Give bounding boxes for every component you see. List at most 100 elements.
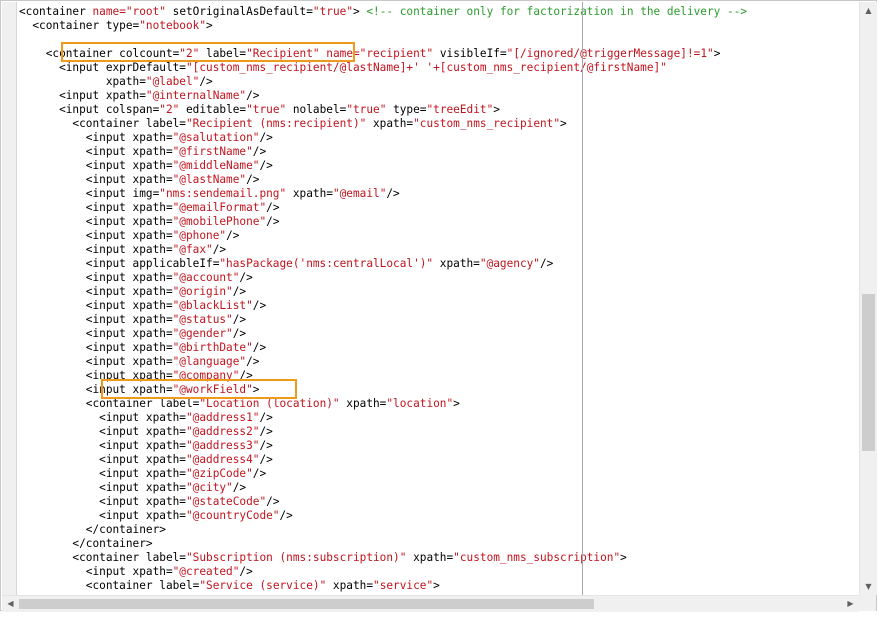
xml-markup: <container label= <box>19 117 186 130</box>
code-line[interactable]: <input xpath="@address2"/> <box>19 425 273 439</box>
xml-markup: /> <box>232 285 247 298</box>
xml-markup: </container> <box>19 523 166 536</box>
xml-markup: /> <box>232 481 247 494</box>
xml-markup: /> <box>252 145 267 158</box>
xml-markup: <input xpath= <box>19 355 173 368</box>
xml-markup: <input xpath= <box>19 411 186 424</box>
code-line[interactable]: <container type="notebook"> <box>19 19 213 33</box>
xml-markup: <input xpath= <box>19 327 173 340</box>
code-line[interactable]: <input xpath="@origin"/> <box>19 285 246 299</box>
scroll-up-icon[interactable]: ▲ <box>860 2 877 19</box>
code-line[interactable]: <input xpath="@address4"/> <box>19 453 273 467</box>
scroll-down-icon[interactable]: ▼ <box>860 578 877 595</box>
code-line[interactable]: <input xpath="@blackList"/> <box>19 299 266 313</box>
code-line[interactable]: <input xpath="@internalName"/> <box>19 89 259 103</box>
code-line[interactable]: <input xpath="@zipCode"/> <box>19 467 266 481</box>
scroll-right-icon[interactable]: ▶ <box>842 596 859 612</box>
code-line[interactable]: <container label="Location (location)" x… <box>19 397 460 411</box>
code-line[interactable]: </container> <box>19 537 152 551</box>
xml-markup: <input xpath= <box>19 159 173 172</box>
attribute-value: "@created" <box>172 565 240 578</box>
attribute-value: "@city" <box>185 481 233 494</box>
xml-markup: /> <box>232 327 247 340</box>
editor-gutter <box>2 2 17 595</box>
attribute-value: "@address3" <box>185 439 260 452</box>
code-line[interactable]: <input xpath="@stateCode"/> <box>19 495 280 509</box>
xml-markup: /> <box>540 257 554 270</box>
xml-markup: <container colcount= <box>19 47 180 60</box>
code-line[interactable]: <input applicableIf="hasPackage('nms:cen… <box>19 257 554 271</box>
xml-markup: <input xpath= <box>19 145 173 158</box>
code-line[interactable]: <input xpath="@lastName"/> <box>19 173 260 187</box>
code-line[interactable]: <input xpath="@phone"/> <box>19 229 240 243</box>
attribute-value: "@phone" <box>172 229 227 242</box>
code-line[interactable]: <input xpath="@countryCode"/> <box>19 509 293 523</box>
xml-code-area[interactable]: <container name="root" setOriginalAsDefa… <box>19 5 858 593</box>
xml-markup: editable= <box>179 103 247 116</box>
code-line[interactable]: <container name="root" setOriginalAsDefa… <box>19 5 747 19</box>
scroll-left-icon[interactable]: ◀ <box>2 596 19 612</box>
code-line[interactable]: <input xpath="@birthDate"/> <box>19 341 266 355</box>
code-line[interactable]: <input xpath="@fax"/> <box>19 243 226 257</box>
xml-markup: <input xpath= <box>19 383 173 396</box>
xml-markup: > <box>206 19 213 32</box>
xml-markup: > <box>493 103 500 116</box>
code-line[interactable]: <container label="Recipient (nms:recipie… <box>19 117 566 131</box>
code-line[interactable]: <input xpath="@middleName"/> <box>19 159 273 173</box>
xml-markup: /> <box>212 243 227 256</box>
attribute-value: "@zipCode" <box>185 467 253 480</box>
code-line[interactable]: <input colspan="2" editable="true" nolab… <box>19 103 500 117</box>
code-line[interactable]: <input xpath="@company"/> <box>19 369 253 383</box>
xml-markup: nolabel= <box>286 103 347 116</box>
attribute-value: "[/ignored/@triggerMessage]!=1" <box>506 47 714 60</box>
code-line[interactable]: <input xpath="@language"/> <box>19 355 260 369</box>
attribute-value: "Recipient (nms:recipient)" <box>185 117 367 130</box>
vertical-scrollbar[interactable]: ▲ ▼ <box>859 2 877 595</box>
xml-markup: <input xpath= <box>19 495 186 508</box>
code-line[interactable]: <container colcount="2" label="Recipient… <box>19 47 721 61</box>
vertical-scroll-thumb[interactable] <box>862 294 875 451</box>
code-line[interactable]: <container label="Subscription (nms:subs… <box>19 551 627 565</box>
code-line[interactable]: <input img="nms:sendemail.png" xpath="@e… <box>19 187 400 201</box>
attribute-value: "@address1" <box>185 411 260 424</box>
code-line[interactable]: <input xpath="@firstName"/> <box>19 145 266 159</box>
xml-markup: /> <box>266 215 280 228</box>
xml-markup: /> <box>259 439 273 452</box>
xml-markup: /> <box>252 299 267 312</box>
attribute-value: "[custom_nms_recipient/@lastName]+' '+[c… <box>185 61 667 74</box>
attribute-value: "location" <box>386 397 454 410</box>
code-line[interactable]: <input xpath="@city"/> <box>19 481 246 495</box>
code-line[interactable]: <input xpath="@created"/> <box>19 565 253 579</box>
code-line[interactable]: <input xpath="@salutation"/> <box>19 131 273 145</box>
attribute-value: "@company" <box>172 369 240 382</box>
xml-markup: /> <box>266 201 280 214</box>
code-line[interactable]: <input xpath="@address1"/> <box>19 411 273 425</box>
attribute-value: "Location (location)" <box>199 397 340 410</box>
code-line[interactable]: <input xpath="@status"/> <box>19 313 246 327</box>
code-line[interactable]: <input xpath="@address3"/> <box>19 439 273 453</box>
attribute-value: "treeEdit" <box>426 103 494 116</box>
code-line[interactable]: <container label="Service (service)" xpa… <box>19 579 440 593</box>
horizontal-scroll-thumb[interactable] <box>19 599 594 609</box>
code-line[interactable]: </container> <box>19 523 166 537</box>
xml-markup: xpath= <box>19 75 146 88</box>
xml-markup: xpath= <box>433 257 480 270</box>
code-line[interactable]: <input xpath="@gender"/> <box>19 327 246 341</box>
code-line[interactable]: <input exprDefault="[custom_nms_recipien… <box>19 61 667 75</box>
attribute-value: "@countryCode" <box>185 509 280 522</box>
attribute-value: "@firstName" <box>172 145 253 158</box>
attribute-value: "true" <box>246 103 287 116</box>
xml-markup: <input xpath= <box>19 467 186 480</box>
code-line[interactable]: <input xpath="@account"/> <box>19 271 253 285</box>
xml-markup: > <box>620 551 627 564</box>
code-line[interactable]: <input xpath="@mobilePhone"/> <box>19 215 280 229</box>
attribute-value: "Recipient" <box>246 47 320 60</box>
print-margin-line <box>582 2 583 595</box>
attribute-value: "2" <box>179 47 200 60</box>
horizontal-scrollbar[interactable]: ◀ ▶ <box>2 595 859 612</box>
code-line[interactable]: <input xpath="@emailFormat"/> <box>19 201 280 215</box>
xml-markup: /> <box>266 495 280 508</box>
code-line[interactable]: xpath="@label"/> <box>19 75 213 89</box>
code-line[interactable]: <input xpath="@workField"> <box>19 383 260 397</box>
xml-markup: xpath= <box>339 397 387 410</box>
